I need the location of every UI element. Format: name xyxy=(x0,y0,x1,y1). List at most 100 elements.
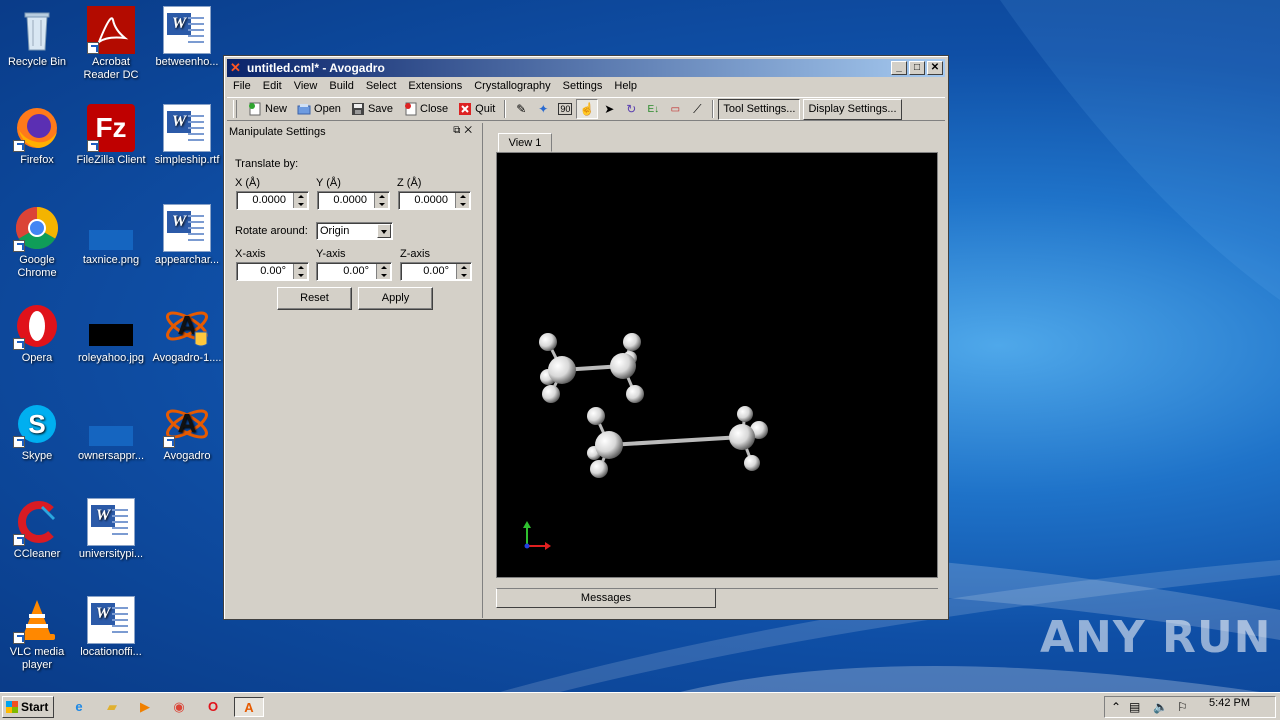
desktop-icon-appearchar[interactable]: W appearchar... xyxy=(150,204,224,267)
close-window-button[interactable]: ✕ xyxy=(927,61,943,75)
desktop-icon-label: Opera xyxy=(21,352,53,364)
spin-arrows-icon[interactable] xyxy=(293,264,307,279)
desktop-icon-acrobat[interactable]: Acrobat Reader DC xyxy=(74,6,148,82)
chevron-down-icon[interactable] xyxy=(377,224,391,238)
translate-z-spinbox[interactable]: 0.0000 xyxy=(398,191,471,210)
tab-view-1[interactable]: View 1 xyxy=(498,133,552,152)
desktop-icon-vlc[interactable]: VLC media player xyxy=(0,596,74,672)
avogadro-window[interactable]: ✕ untitled.cml* - Avogadro _ □ ✕ File Ed… xyxy=(223,55,949,620)
start-button[interactable]: Start xyxy=(2,696,54,718)
apply-button[interactable]: Apply xyxy=(358,287,433,310)
auto-rotate-tool-button[interactable]: ↻ xyxy=(620,99,642,119)
menu-extensions[interactable]: Extensions xyxy=(402,78,468,96)
quit-button[interactable]: Quit xyxy=(453,99,500,119)
menu-crystallography[interactable]: Crystallography xyxy=(468,78,556,96)
desktop-icon-taxnice[interactable]: taxnice.png xyxy=(74,204,148,267)
menu-view[interactable]: View xyxy=(288,78,324,96)
quicklaunch-chrome[interactable]: ◉ xyxy=(168,697,190,717)
desktop-icon-skype[interactable]: S Skype xyxy=(0,400,74,463)
show-hidden-icons-icon[interactable]: ⌃ xyxy=(1111,700,1121,714)
minimize-button[interactable]: _ xyxy=(891,61,907,75)
spin-arrows-icon[interactable] xyxy=(293,193,307,208)
float-panel-icon[interactable]: ⧉ xyxy=(453,125,464,136)
close-label: Close xyxy=(420,103,449,115)
quicklaunch-explorer[interactable]: ▰ xyxy=(101,697,123,717)
rotate-z-value: 0.00° xyxy=(423,265,449,277)
translate-x-spinbox[interactable]: 0.0000 xyxy=(236,191,309,210)
desktop-icon-ccleaner[interactable]: CCleaner xyxy=(0,498,74,561)
molecule-ethane-1[interactable] xyxy=(539,333,644,403)
display-settings-button[interactable]: Display Settings... xyxy=(803,98,902,120)
rotate-x-spinbox[interactable]: 0.00° xyxy=(236,262,309,281)
toolbar-grip[interactable] xyxy=(233,100,237,118)
desktop-icon-avogadro-installer[interactable]: A Avogadro-1.... xyxy=(150,302,224,365)
taskbar: Start e ▰ ▶ ◉ O A ⌃ ▤ 🔈 ⚐ 5:42 PM xyxy=(0,692,1280,720)
draw-tool-button[interactable]: ✎ xyxy=(510,99,532,119)
close-button[interactable]: Close xyxy=(398,99,453,119)
maximize-button[interactable]: □ xyxy=(909,61,925,75)
measure-tool-button[interactable]: ▭ xyxy=(664,99,686,119)
desktop-icon-roleyahoo[interactable]: roleyahoo.jpg xyxy=(74,302,148,365)
open-folder-icon xyxy=(297,102,311,116)
align-tool-button[interactable]: ⟋ xyxy=(686,99,708,119)
molecule-ethane-2[interactable] xyxy=(587,406,768,478)
desktop-icon-firefox[interactable]: Firefox xyxy=(0,104,74,167)
desktop-icon-locationoffi[interactable]: W locationoffi... xyxy=(74,596,148,659)
open-button[interactable]: Open xyxy=(292,99,346,119)
network-icon[interactable]: ▤ xyxy=(1129,700,1140,714)
rotate-around-select[interactable]: Origin xyxy=(316,222,393,240)
image-file-icon xyxy=(87,302,135,350)
rotate-z-spinbox[interactable]: 0.00° xyxy=(400,262,472,281)
window-titlebar[interactable]: ✕ untitled.cml* - Avogadro _ □ ✕ xyxy=(227,59,945,77)
desktop-icon-betweenho[interactable]: W betweenho... xyxy=(150,6,224,69)
quicklaunch-opera[interactable]: O xyxy=(202,697,224,717)
translate-y-spinbox[interactable]: 0.0000 xyxy=(317,191,390,210)
quicklaunch-media-player[interactable]: ▶ xyxy=(134,697,156,717)
desktop-icon-recycle-bin[interactable]: Recycle Bin xyxy=(0,6,74,69)
menu-select[interactable]: Select xyxy=(360,78,403,96)
desktop-icon-simpleship[interactable]: W simpleship.rtf xyxy=(150,104,224,167)
desktop-icon-opera[interactable]: Opera xyxy=(0,302,74,365)
auto-optimize-tool-button[interactable]: E↓ xyxy=(642,99,664,119)
svg-text:S: S xyxy=(28,409,45,439)
tab-messages[interactable]: Messages xyxy=(496,588,716,608)
action-center-flag-icon[interactable]: ⚐ xyxy=(1177,700,1188,714)
manipulate-tool-button[interactable]: ☝ xyxy=(576,99,599,119)
desktop-icon-ownersappr[interactable]: ownersappr... xyxy=(74,400,148,463)
rotate-y-spinbox[interactable]: 0.00° xyxy=(316,262,392,281)
spin-arrows-icon[interactable] xyxy=(376,264,390,279)
desktop-icon-label: Google Chrome xyxy=(17,254,57,279)
new-button[interactable]: New xyxy=(243,99,292,119)
quicklaunch-ie[interactable]: e xyxy=(68,697,90,717)
taskbar-avogadro[interactable]: A xyxy=(234,697,264,717)
desktop-icon-universitypi[interactable]: W universitypi... xyxy=(74,498,148,561)
navigate-tool-button[interactable]: ✦ xyxy=(532,99,554,119)
desktop-icon-avogadro[interactable]: A Avogadro xyxy=(150,400,224,463)
word-doc-icon: W xyxy=(87,596,135,644)
spin-arrows-icon[interactable] xyxy=(455,193,469,208)
menu-edit[interactable]: Edit xyxy=(257,78,288,96)
menu-build[interactable]: Build xyxy=(323,78,359,96)
menu-help[interactable]: Help xyxy=(608,78,643,96)
menu-file[interactable]: File xyxy=(227,78,257,96)
quit-label: Quit xyxy=(475,103,496,115)
start-label: Start xyxy=(21,700,49,714)
desktop-icon-chrome[interactable]: Google Chrome xyxy=(0,204,74,280)
desktop-icon-filezilla[interactable]: Fz FileZilla Client xyxy=(74,104,148,167)
reset-button[interactable]: Reset xyxy=(277,287,352,310)
axes-indicator xyxy=(523,521,551,550)
save-button[interactable]: Save xyxy=(346,99,398,119)
molecule-viewport[interactable] xyxy=(496,152,938,578)
translate-by-label: Translate by: xyxy=(235,158,299,170)
volume-icon[interactable]: 🔈 xyxy=(1153,700,1168,714)
close-panel-icon[interactable]: ✕ xyxy=(464,125,476,136)
tool-settings-button[interactable]: Tool Settings... xyxy=(718,98,801,120)
menu-settings[interactable]: Settings xyxy=(557,78,609,96)
clock[interactable]: 5:42 PM xyxy=(1209,697,1250,709)
select-tool-button[interactable]: ➤ xyxy=(598,99,620,119)
new-file-icon xyxy=(248,102,262,116)
new-label: New xyxy=(265,103,288,115)
spin-arrows-icon[interactable] xyxy=(374,193,388,208)
bond-centric-tool-button[interactable]: 90 xyxy=(554,99,576,119)
spin-arrows-icon[interactable] xyxy=(456,264,470,279)
